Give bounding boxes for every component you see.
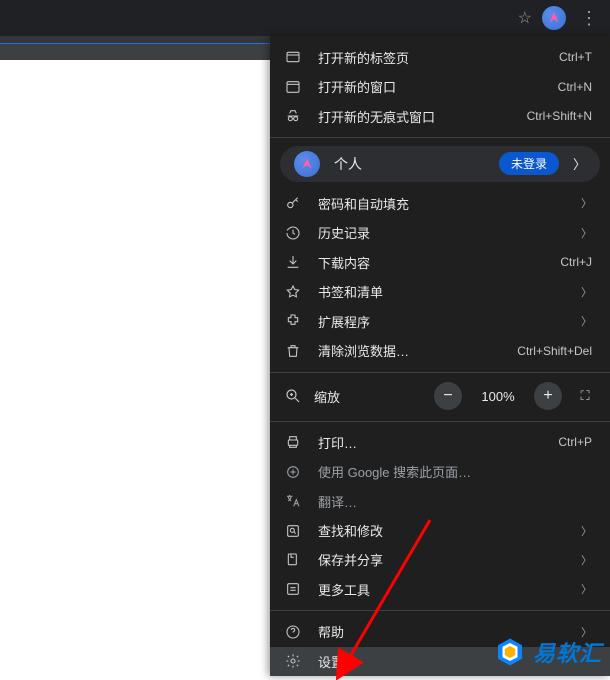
menu-incognito[interactable]: 打开新的无痕式窗口 Ctrl+Shift+N	[270, 102, 610, 131]
menu-passwords[interactable]: 密码和自动填充 〉	[270, 189, 610, 218]
chevron-right-icon: 〉	[581, 284, 592, 300]
extension-icon	[284, 312, 302, 330]
menu-label: 密码和自动填充	[318, 194, 559, 213]
menu-kebab-icon[interactable]: ⋮	[576, 8, 604, 29]
menu-label: 打开新的无痕式窗口	[318, 107, 511, 126]
menu-label: 打开新的窗口	[318, 77, 542, 96]
fullscreen-icon[interactable]: ⛶	[574, 388, 596, 404]
menu-downloads[interactable]: 下载内容 Ctrl+J	[270, 248, 610, 277]
help-icon	[284, 623, 302, 641]
chevron-right-icon: 〉	[581, 225, 592, 241]
chevron-right-icon: 〉	[581, 552, 592, 568]
star-icon	[284, 283, 302, 301]
menu-history[interactable]: 历史记录 〉	[270, 218, 610, 247]
watermark-logo-icon	[495, 637, 525, 667]
browser-main-menu: 打开新的标签页 Ctrl+T 打开新的窗口 Ctrl+N 打开新的无痕式窗口 C…	[270, 36, 610, 676]
browser-toolbar: ☆ ⋮	[0, 0, 610, 36]
zoom-value: 100%	[474, 389, 522, 404]
menu-separator	[270, 610, 610, 611]
chevron-right-icon: 〉	[573, 154, 586, 173]
chevron-right-icon: 〉	[581, 581, 592, 597]
menu-new-tab[interactable]: 打开新的标签页 Ctrl+T	[270, 43, 610, 72]
gear-icon	[284, 652, 302, 670]
chevron-right-icon: 〉	[581, 313, 592, 329]
bookmark-star-icon[interactable]: ☆	[518, 8, 532, 28]
page-content	[0, 60, 270, 676]
menu-label: 查找和修改	[318, 521, 559, 540]
zoom-label: 缩放	[314, 387, 422, 406]
menu-label: 更多工具	[318, 580, 559, 599]
profile-label: 个人	[334, 154, 485, 174]
print-icon	[284, 433, 302, 451]
watermark: 易软汇	[495, 636, 602, 668]
menu-shortcut: Ctrl+P	[558, 435, 592, 449]
menu-extensions[interactable]: 扩展程序 〉	[270, 307, 610, 336]
menu-shortcut: Ctrl+Shift+N	[527, 109, 592, 123]
download-icon	[284, 253, 302, 271]
zoom-in-button[interactable]: +	[534, 382, 562, 410]
menu-shortcut: Ctrl+J	[560, 255, 592, 269]
menu-label: 书签和清单	[318, 282, 559, 301]
menu-separator	[270, 137, 610, 138]
zoom-out-button[interactable]: −	[434, 382, 462, 410]
menu-google-search[interactable]: 使用 Google 搜索此页面…	[270, 457, 610, 486]
menu-label: 历史记录	[318, 223, 559, 242]
menu-label: 打印…	[318, 433, 542, 452]
menu-label: 翻译…	[318, 492, 592, 511]
menu-shortcut: Ctrl+Shift+Del	[517, 344, 592, 358]
zoom-icon	[284, 387, 302, 405]
menu-bookmarks[interactable]: 书签和清单 〉	[270, 277, 610, 306]
menu-label: 使用 Google 搜索此页面…	[318, 462, 592, 481]
profile-avatar-icon	[294, 151, 320, 177]
new-tab-icon	[284, 48, 302, 66]
menu-clear-data[interactable]: 清除浏览数据… Ctrl+Shift+Del	[270, 336, 610, 365]
menu-new-window[interactable]: 打开新的窗口 Ctrl+N	[270, 72, 610, 101]
menu-more-tools[interactable]: 更多工具 〉	[270, 575, 610, 604]
menu-label: 下载内容	[318, 253, 544, 272]
menu-label: 打开新的标签页	[318, 48, 543, 67]
menu-shortcut: Ctrl+N	[558, 80, 592, 94]
history-icon	[284, 224, 302, 242]
menu-zoom: 缩放 − 100% + ⛶	[270, 378, 610, 414]
save-share-icon	[284, 551, 302, 569]
watermark-text: 易软汇	[533, 636, 602, 668]
menu-shortcut: Ctrl+T	[559, 50, 592, 64]
more-tools-icon	[284, 580, 302, 598]
menu-find-edit[interactable]: 查找和修改 〉	[270, 516, 610, 545]
new-window-icon	[284, 78, 302, 96]
translate-icon	[284, 492, 302, 510]
menu-save-share[interactable]: 保存并分享 〉	[270, 545, 610, 574]
key-icon	[284, 194, 302, 212]
profile-avatar-icon[interactable]	[542, 6, 566, 30]
menu-profile[interactable]: 个人 未登录 〉	[280, 146, 600, 182]
menu-separator	[270, 421, 610, 422]
menu-label: 清除浏览数据…	[318, 341, 501, 360]
find-icon	[284, 522, 302, 540]
google-icon	[284, 463, 302, 481]
menu-label: 扩展程序	[318, 312, 559, 331]
menu-label: 保存并分享	[318, 550, 559, 569]
menu-separator	[270, 372, 610, 373]
trash-icon	[284, 342, 302, 360]
menu-translate[interactable]: 翻译…	[270, 486, 610, 515]
incognito-icon	[284, 107, 302, 125]
menu-print[interactable]: 打印… Ctrl+P	[270, 427, 610, 456]
chevron-right-icon: 〉	[581, 195, 592, 211]
chevron-right-icon: 〉	[581, 523, 592, 539]
profile-login-badge[interactable]: 未登录	[499, 152, 559, 175]
